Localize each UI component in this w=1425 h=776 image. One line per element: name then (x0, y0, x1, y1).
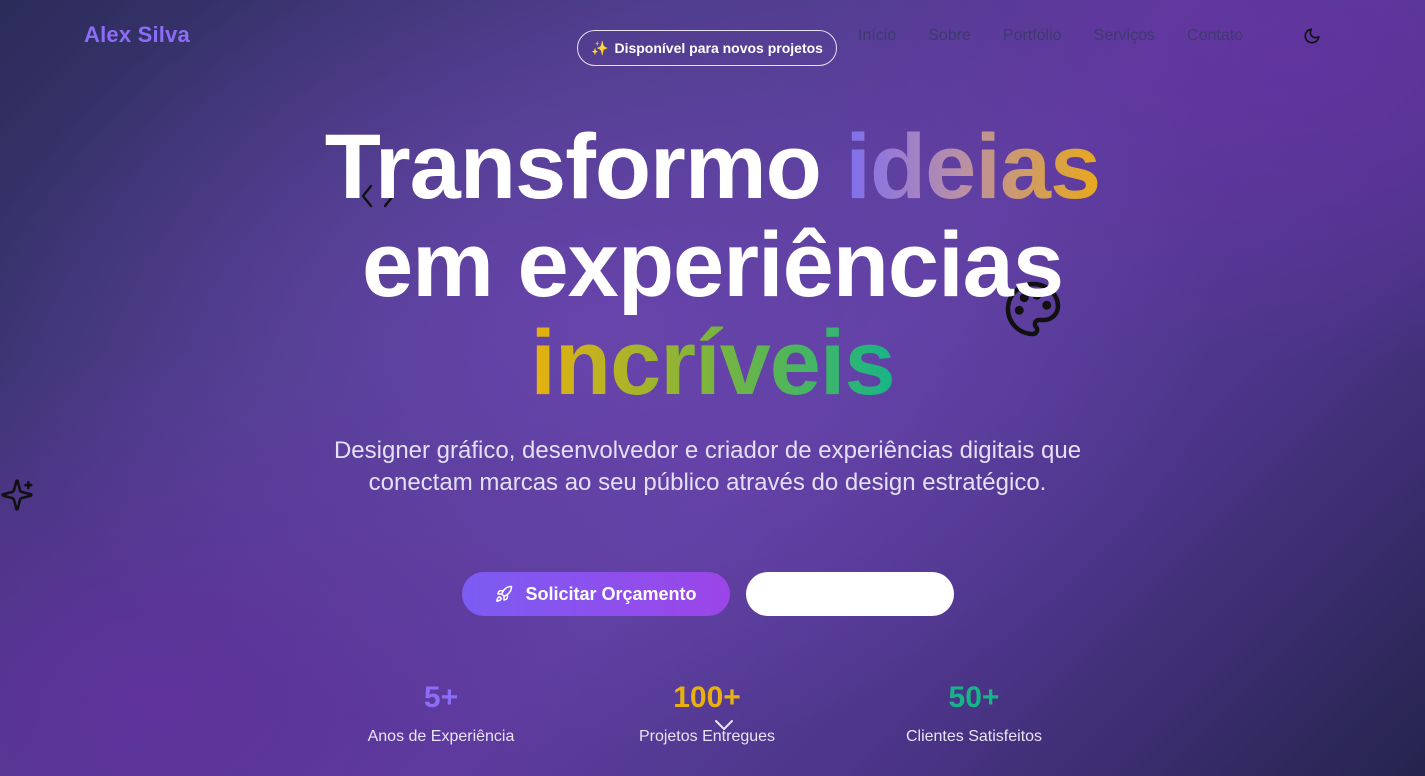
secondary-button[interactable] (746, 572, 954, 616)
hero-page: Alex Silva ✨ Disponível para novos proje… (0, 0, 1425, 776)
stat-years-label: Anos de Experiência (367, 728, 515, 745)
hero-title-line-3: incríveis (0, 314, 1425, 412)
main-nav: Início Sobre Portfólio Serviços Contato (858, 27, 1275, 45)
hero-subtitle: Designer gráfico, desenvolvedor e criado… (333, 437, 1082, 496)
stat-clients-value: 50+ (948, 681, 1000, 714)
stat-projects-value: 100+ (673, 681, 741, 714)
sparkles-icon: ✨ (591, 39, 609, 56)
nav-item-sobre[interactable]: Sobre (928, 27, 971, 45)
nav-item-contato[interactable]: Contato (1187, 27, 1243, 45)
hero-title-word-incriveis: incríveis (530, 312, 895, 414)
hero-title-line-2: em experiências (361, 214, 1064, 316)
nav-item-inicio[interactable]: Início (858, 27, 896, 45)
hero-title: Transformo ideias em experiências incrív… (0, 118, 1425, 412)
availability-badge[interactable]: ✨ Disponível para novos projetos (577, 30, 837, 66)
stat-clients: 50+ Clientes Satisfeitos (874, 680, 1074, 746)
hero-title-line-1: Transformo ideias (0, 118, 1425, 216)
nav-item-portfolio[interactable]: Portfólio (1003, 27, 1062, 45)
stat-years: 5+ Anos de Experiência (341, 680, 541, 746)
stat-years-value: 5+ (423, 681, 459, 714)
stat-projects: 100+ Projetos Entregues (607, 680, 807, 746)
chevron-down-icon[interactable] (714, 718, 734, 732)
hero-title-word-ideias: ideias (845, 116, 1101, 218)
rocket-icon (496, 585, 513, 602)
hero-title-word-transformo: Transformo (324, 116, 822, 218)
stat-projects-label: Projetos Entregues (638, 728, 776, 745)
stat-clients-label: Clientes Satisfeitos (905, 728, 1043, 745)
moon-icon[interactable] (1303, 27, 1321, 45)
logo[interactable]: Alex Silva (84, 22, 190, 48)
sparkle-star-icon (1, 479, 33, 511)
nav-item-servicos[interactable]: Serviços (1094, 27, 1155, 45)
request-quote-button[interactable]: Solicitar Orçamento (462, 572, 730, 616)
availability-badge-text: Disponível para novos projetos (614, 40, 823, 56)
request-quote-label: Solicitar Orçamento (525, 583, 697, 604)
